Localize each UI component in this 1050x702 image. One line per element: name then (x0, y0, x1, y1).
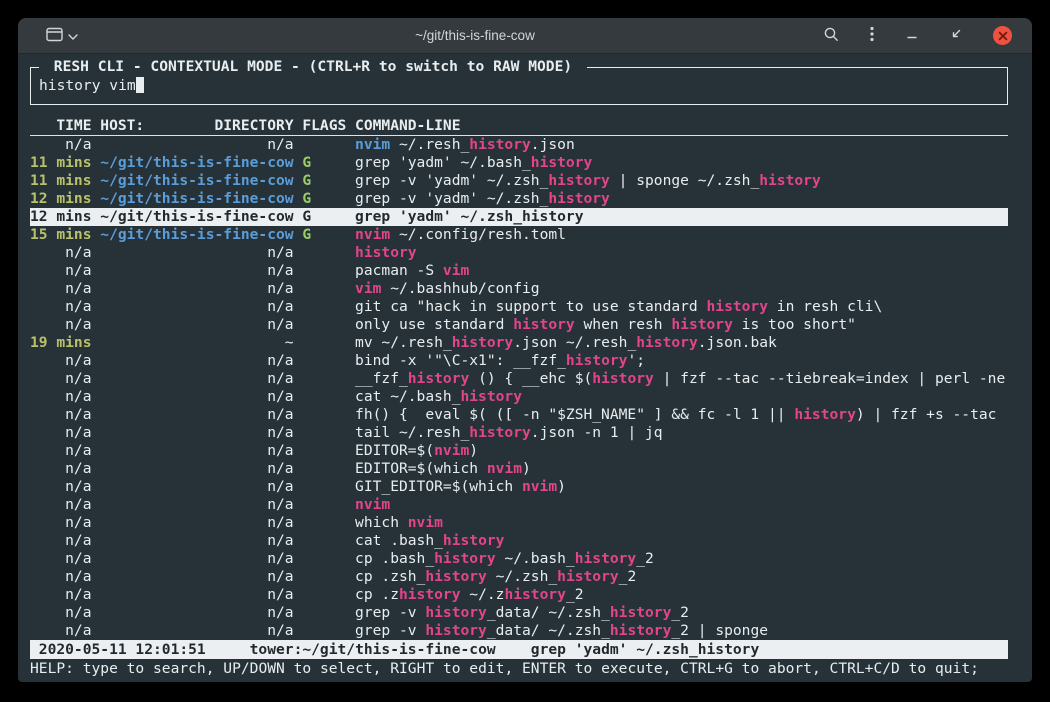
close-button[interactable] (991, 24, 1014, 47)
history-row[interactable]: 15 mins~/git/this-is-fine-cowGnvim ~/.co… (30, 226, 1008, 244)
history-row[interactable]: n/an/abind -x '"\C-x1": __fzf_history'; (30, 352, 1008, 370)
history-row[interactable]: n/an/aonly use standard history when res… (30, 316, 1008, 334)
history-row[interactable]: n/an/a__fzf_history () { __ehc $(history… (30, 370, 1008, 388)
history-row[interactable]: n/an/aEDITOR=$(nvim) (30, 442, 1008, 460)
search-panel: RESH CLI - CONTEXTUAL MODE - (CTRL+R to … (30, 67, 1008, 105)
header-directory-label: DIRECTORY (214, 117, 293, 135)
search-icon (823, 26, 839, 45)
terminal-window: ~/git/this-is-fine-cow (18, 18, 1032, 682)
table-header: TIME HOST: DIRECTORY FLAGS COMMAND-LINE (30, 117, 1008, 136)
history-row[interactable]: n/an/anvim ~/.resh_history.json (30, 136, 1008, 154)
history-row[interactable]: n/an/apacman -S vim (30, 262, 1008, 280)
history-row[interactable]: 12 mins~/git/this-is-fine-cowGgrep -v 'y… (30, 190, 1008, 208)
minimize-button[interactable] (903, 25, 921, 46)
history-row[interactable]: 11 mins~/git/this-is-fine-cowGgrep 'yadm… (30, 154, 1008, 172)
titlebar: ~/git/this-is-fine-cow (18, 18, 1032, 54)
history-row[interactable]: n/an/aEDITOR=$(which nvim) (30, 460, 1008, 478)
status-host-path: tower:~/git/this-is-fine-cow (250, 641, 496, 659)
header-command: COMMAND-LINE (355, 117, 1008, 135)
search-button[interactable] (821, 24, 841, 47)
help-line: HELP: type to search, UP/DOWN to select,… (30, 660, 1008, 678)
new-tab-button[interactable] (44, 25, 80, 47)
close-icon (993, 26, 1012, 45)
history-row[interactable]: n/an/awhich nvim (30, 514, 1008, 532)
status-timestamp: 2020-05-11 12:01:51 (39, 641, 206, 659)
status-bar: 2020-05-11 12:01:51 tower:~/git/this-is-… (30, 640, 1008, 659)
menu-kebab-icon (869, 26, 875, 45)
history-row[interactable]: n/an/atail ~/.resh_history.json -n 1 | j… (30, 424, 1008, 442)
history-row[interactable]: n/an/anvim (30, 496, 1008, 514)
history-row[interactable]: 12 mins~/git/this-is-fine-cowGgrep 'yadm… (30, 208, 1008, 226)
header-time: TIME (30, 117, 92, 135)
new-tab-icon (46, 27, 63, 45)
history-row[interactable]: n/an/agrep -v history_data/ ~/.zsh_histo… (30, 622, 1008, 640)
restore-button[interactable] (947, 25, 965, 46)
minimize-icon (905, 27, 919, 44)
history-row[interactable]: n/an/aGIT_EDITOR=$(which nvim) (30, 478, 1008, 496)
header-host-directory: HOST: DIRECTORY (100, 117, 293, 135)
search-input[interactable]: history vim (39, 77, 999, 95)
menu-button[interactable] (867, 24, 877, 47)
caret-down-icon (68, 28, 78, 43)
header-host-label: HOST: (100, 117, 144, 135)
history-row[interactable]: n/an/acat .bash_history (30, 532, 1008, 550)
text-cursor (136, 77, 145, 93)
history-row[interactable]: n/an/acp .zsh_history ~/.zsh_history_2 (30, 568, 1008, 586)
header-flags: FLAGS (302, 117, 346, 135)
search-query-text: history vim (39, 77, 136, 94)
restore-icon (949, 27, 963, 44)
history-row[interactable]: n/an/afh() { eval $( ([ -n "$ZSH_NAME" ]… (30, 406, 1008, 424)
history-row[interactable]: 19 mins~mv ~/.resh_history.json ~/.resh_… (30, 334, 1008, 352)
window-title: ~/git/this-is-fine-cow (138, 28, 812, 43)
history-row[interactable]: n/an/acat ~/.bash_history (30, 388, 1008, 406)
history-row[interactable]: 11 mins~/git/this-is-fine-cowGgrep -v 'y… (30, 172, 1008, 190)
history-row[interactable]: n/an/acp .zhistory ~/.zhistory_2 (30, 586, 1008, 604)
history-row[interactable]: n/an/agit ca "hack in support to use sta… (30, 298, 1008, 316)
terminal-content: RESH CLI - CONTEXTUAL MODE - (CTRL+R to … (18, 54, 1032, 681)
history-rows: n/an/anvim ~/.resh_history.json11 mins~/… (30, 136, 1008, 640)
search-panel-title: RESH CLI - CONTEXTUAL MODE - (CTRL+R to … (39, 58, 587, 76)
history-row[interactable]: n/an/ahistory (30, 244, 1008, 262)
status-command: grep 'yadm' ~/.zsh_history (531, 641, 759, 659)
history-row[interactable]: n/an/avim ~/.bashhub/config (30, 280, 1008, 298)
history-row[interactable]: n/an/acp .bash_history ~/.bash_history_2 (30, 550, 1008, 568)
history-row[interactable]: n/an/agrep -v history_data/ ~/.zsh_histo… (30, 604, 1008, 622)
